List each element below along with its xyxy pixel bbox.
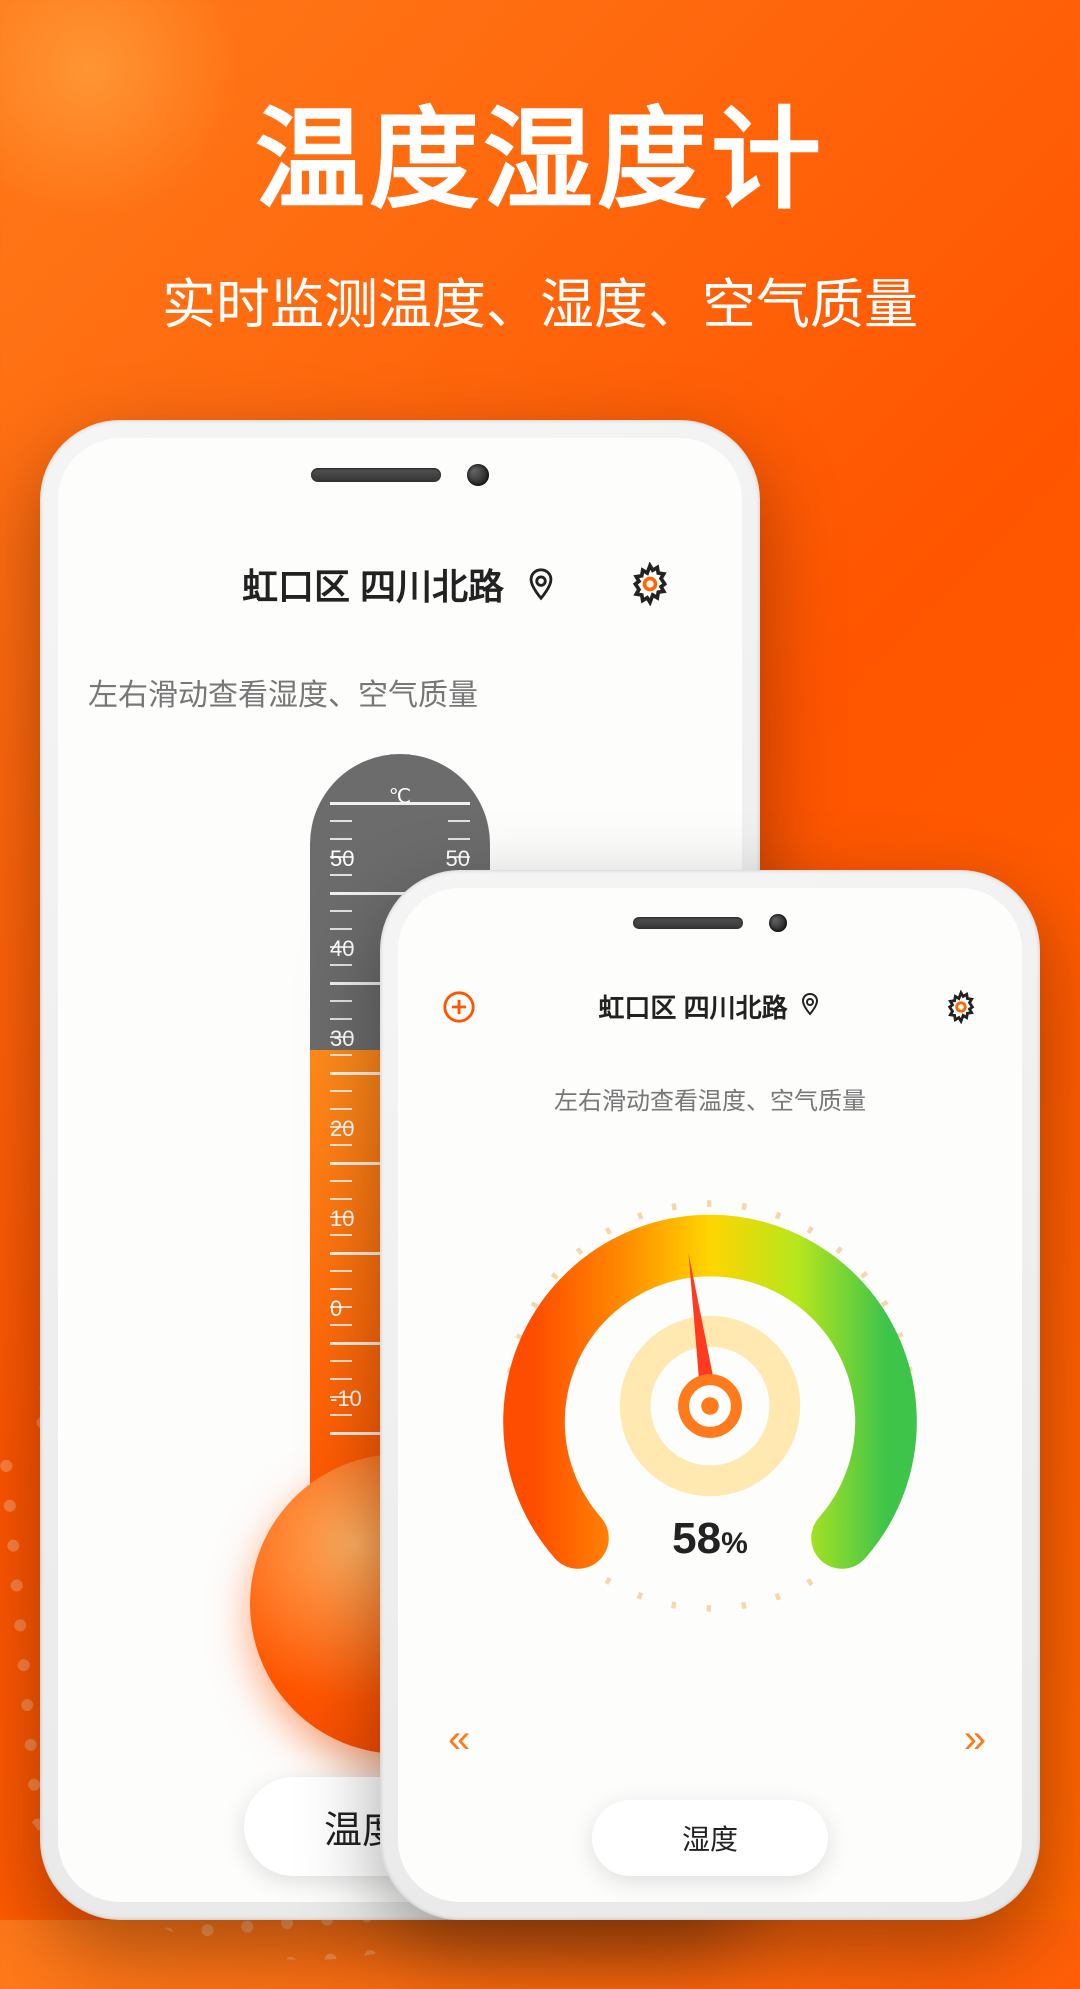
phone-mock-humidity: 虹口区 四川北路 左右滑动查看温度、空气质量 bbox=[380, 870, 1040, 1920]
phone2-screen: 虹口区 四川北路 左右滑动查看温度、空气质量 bbox=[398, 888, 1022, 1902]
add-location-icon[interactable] bbox=[442, 990, 476, 1024]
humidity-chip[interactable]: 湿度 bbox=[592, 1800, 828, 1876]
swipe-hint: 左右滑动查看温度、空气质量 bbox=[398, 1081, 1022, 1116]
humidity-number: 58 bbox=[672, 1514, 721, 1563]
headline-subtitle: 实时监测温度、湿度、空气质量 bbox=[0, 260, 1080, 339]
humidity-gauge[interactable]: 58% bbox=[490, 1186, 930, 1626]
location-pin-icon bbox=[798, 992, 822, 1021]
swipe-arrows: « » bbox=[398, 1717, 1022, 1762]
phone1-top-bar: 虹口区 四川北路 bbox=[58, 438, 742, 610]
location-label[interactable]: 虹口区 四川北路 bbox=[242, 558, 504, 610]
location-pin-icon[interactable] bbox=[524, 567, 558, 601]
chevron-left-icon[interactable]: « bbox=[448, 1717, 456, 1762]
location-label: 虹口区 四川北路 bbox=[598, 988, 787, 1025]
swipe-hint: 左右滑动查看湿度、空气质量 bbox=[58, 610, 742, 714]
settings-gear-icon[interactable] bbox=[944, 990, 978, 1024]
humidity-value: 58% bbox=[672, 1514, 748, 1564]
location-center[interactable]: 虹口区 四川北路 bbox=[598, 988, 821, 1025]
percent-symbol: % bbox=[721, 1527, 748, 1560]
speaker-grill bbox=[633, 917, 743, 929]
phone2-top-bar: 虹口区 四川北路 bbox=[398, 888, 1022, 1025]
phone2-hardware bbox=[633, 914, 787, 932]
front-camera bbox=[769, 914, 787, 932]
settings-gear-icon[interactable] bbox=[628, 562, 672, 606]
chevron-right-icon[interactable]: » bbox=[964, 1717, 972, 1762]
